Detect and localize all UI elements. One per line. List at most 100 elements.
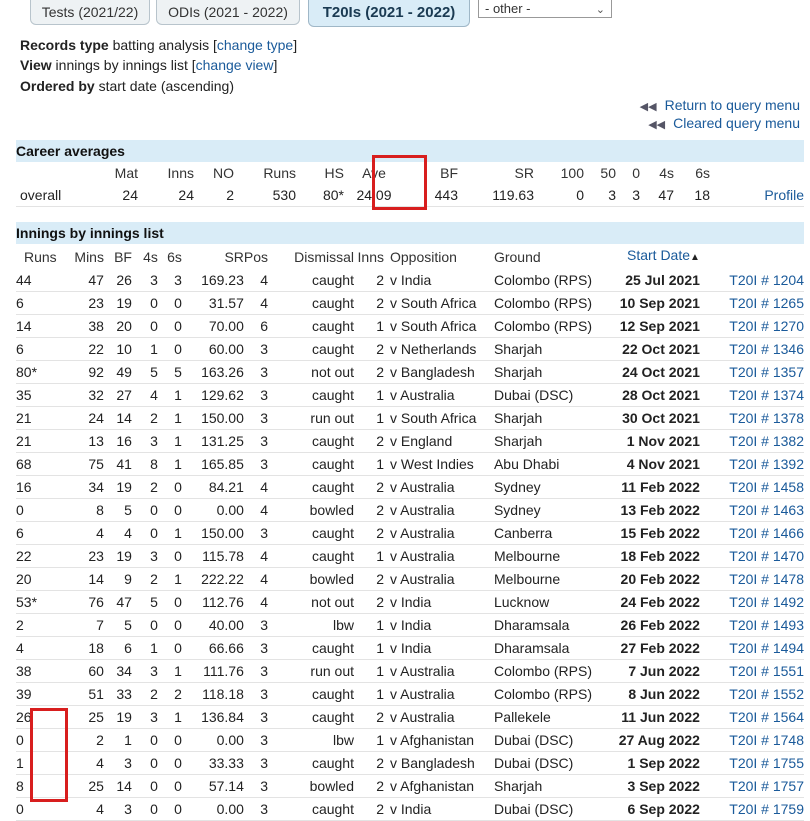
innings-cell: 0: [16, 797, 58, 821]
innings-col-header[interactable]: 6s: [158, 244, 182, 269]
innings-row: 14 38 20 0 0 70.00 6 caught 1 v South Africa Colom…: [16, 314, 804, 338]
match-link[interactable]: T20I # 1392: [703, 452, 804, 476]
innings-cell: Pallekele: [487, 705, 598, 729]
innings-cell: 3: [243, 429, 277, 453]
match-link[interactable]: T20I # 1374: [703, 383, 804, 407]
innings-cell: 111.76: [181, 659, 244, 683]
records-type-value: batting analysis [: [112, 37, 217, 53]
match-link[interactable]: T20I # 1755: [703, 751, 804, 775]
career-col-header: SR: [514, 165, 534, 181]
innings-col-header[interactable]: Pos: [244, 244, 276, 269]
change-view-link[interactable]: change view: [196, 57, 274, 73]
innings-col-header[interactable]: Dismissal: [276, 244, 354, 269]
match-link[interactable]: T20I # 1270: [703, 314, 804, 338]
innings-col-header[interactable]: Inns: [354, 244, 384, 269]
innings-cell: 4 Nov 2021: [597, 452, 704, 476]
match-link[interactable]: T20I # 1382: [703, 429, 804, 453]
innings-cell: v Australia: [383, 567, 488, 591]
tab-t20is[interactable]: T20Is (2021 - 2022): [308, 0, 470, 27]
match-link[interactable]: T20I # 1493: [703, 613, 804, 637]
return-query-link[interactable]: ◀◀ Return to query menu: [640, 97, 800, 113]
innings-cell: 0: [157, 291, 182, 315]
innings-row: 6 4 4 0 1 150.00 3 caught 2 v Australia Canberra 15…: [16, 521, 804, 545]
career-col-header: Ave: [362, 165, 386, 181]
innings-col-header[interactable]: Ground: [488, 244, 598, 269]
innings-col-header[interactable]: BF: [104, 244, 132, 269]
match-link[interactable]: T20I # 1552: [703, 682, 804, 706]
match-link[interactable]: T20I # 1378: [703, 406, 804, 430]
match-link[interactable]: T20I # 1463: [703, 498, 804, 522]
innings-cell: 112.76: [181, 590, 244, 614]
innings-cell: 20: [103, 314, 132, 338]
innings-cell: 60: [57, 659, 104, 683]
innings-cell: 1 Sep 2022: [597, 751, 704, 775]
change-type-link[interactable]: change type: [217, 37, 293, 53]
innings-cell: 0: [157, 613, 182, 637]
innings-cell: 10 Sep 2021: [597, 291, 704, 315]
innings-cell: 2: [131, 682, 158, 706]
innings-col-header[interactable]: SR: [182, 244, 243, 269]
match-link[interactable]: T20I # 1265: [703, 291, 804, 315]
match-link[interactable]: T20I # 1466: [703, 521, 804, 545]
other-format-select[interactable]: - other - ⌄: [478, 0, 612, 18]
innings-cell: caught: [276, 291, 354, 315]
tab-odis[interactable]: ODIs (2021 - 2022): [156, 0, 300, 25]
innings-cell: 4: [103, 521, 132, 545]
tab-tests[interactable]: Tests (2021/22): [30, 0, 150, 25]
career-cell: 80*: [296, 184, 344, 207]
match-link[interactable]: T20I # 1492: [703, 590, 804, 614]
innings-cell: 30 Oct 2021: [597, 406, 704, 430]
innings-cell: 6: [103, 636, 132, 660]
innings-col-header[interactable]: Mins: [58, 244, 104, 269]
innings-col-header[interactable]: Runs: [16, 244, 58, 269]
innings-cell: 22 Oct 2021: [597, 337, 704, 361]
match-link[interactable]: T20I # 1458: [703, 475, 804, 499]
career-cell: 24.09: [344, 184, 404, 207]
innings-col-header[interactable]: 4s: [132, 244, 158, 269]
innings-cell: Dubai (DSC): [487, 797, 598, 821]
return-query-label: Return to query menu: [664, 97, 800, 113]
innings-cell: v Afghanistan: [383, 774, 488, 798]
match-link[interactable]: T20I # 1564: [703, 705, 804, 729]
match-link[interactable]: T20I # 1494: [703, 636, 804, 660]
match-link[interactable]: T20I # 1204: [703, 269, 804, 292]
match-link[interactable]: T20I # 1357: [703, 360, 804, 384]
innings-cell: Dubai (DSC): [487, 728, 598, 752]
innings-cell: 60.00: [181, 337, 244, 361]
innings-cell: 76: [57, 590, 104, 614]
innings-cell: 163.26: [181, 360, 244, 384]
innings-cell: 2: [354, 498, 384, 522]
match-link[interactable]: T20I # 1759: [703, 797, 804, 821]
innings-cell: 12 Sep 2021: [597, 314, 704, 338]
innings-cell: 8: [16, 774, 58, 798]
profile-link[interactable]: Profile: [710, 184, 804, 207]
innings-col-header[interactable]: Start Date▲: [598, 244, 704, 269]
innings-cell: 44: [16, 269, 58, 292]
career-averages-table: Career averages Mat Inns NO Runs HS Ave BF SR 10…: [16, 140, 804, 207]
match-link[interactable]: T20I # 1346: [703, 337, 804, 361]
match-link[interactable]: T20I # 1748: [703, 728, 804, 752]
innings-cell: 14: [16, 314, 58, 338]
innings-col-header[interactable]: Opposition: [384, 244, 488, 269]
innings-cell: 8: [131, 452, 158, 476]
innings-cell: 27: [103, 383, 132, 407]
innings-cell: 2: [354, 360, 384, 384]
match-link[interactable]: T20I # 1551: [703, 659, 804, 683]
match-link[interactable]: T20I # 1478: [703, 567, 804, 591]
innings-cell: 19: [103, 475, 132, 499]
innings-cell: 4: [16, 636, 58, 660]
match-link[interactable]: T20I # 1470: [703, 544, 804, 568]
innings-cell: Sydney: [487, 475, 598, 499]
innings-cell: 0: [157, 498, 182, 522]
innings-cell: 3: [131, 659, 158, 683]
match-link[interactable]: T20I # 1757: [703, 774, 804, 798]
innings-cell: caught: [276, 383, 354, 407]
sort-up-icon[interactable]: ▲: [690, 252, 700, 263]
cleared-query-link[interactable]: ◀◀ Cleared query menu: [648, 115, 800, 131]
innings-cell: 0: [131, 498, 158, 522]
innings-cell: 1: [103, 728, 132, 752]
innings-cell: v Bangladesh: [383, 751, 488, 775]
innings-cell: v Afghanistan: [383, 728, 488, 752]
innings-cell: 5: [131, 590, 158, 614]
innings-cell: 18 Feb 2022: [597, 544, 704, 568]
